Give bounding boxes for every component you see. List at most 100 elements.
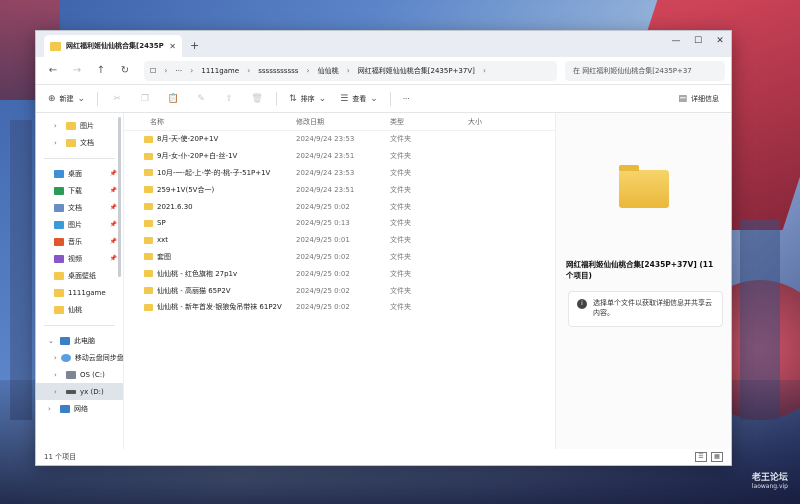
rename-icon[interactable]: ✎ [190,94,212,104]
pin-icon[interactable]: 📌 [110,204,117,211]
sidebar-item-label: 文档 [80,138,94,147]
pin-icon[interactable]: 📌 [110,170,117,177]
table-row[interactable]: 259+1V(5V合一) 2024/9/24 23:51 文件夹 [124,181,555,198]
file-name-cell: 仙仙桃 - 高丽猫 65P2V [124,286,296,296]
table-row[interactable]: xxt 2024/9/25 0:01 文件夹 [124,232,555,249]
breadcrumb-item[interactable]: 网红福利姬仙仙桃合集[2435P+37V] [358,66,475,76]
file-name: 2021.6.30 [157,202,193,211]
chevron-right-icon: › [482,66,487,75]
table-row[interactable]: SP 2024/9/25 0:13 文件夹 [124,215,555,232]
sort-button[interactable]: ⇅ 排序 ⌄ [285,94,330,104]
breadcrumb-more[interactable]: ··· [175,67,182,75]
file-type: 文件夹 [390,168,411,177]
divider [44,318,115,326]
sidebar-item-drive-c[interactable]: › OS (C:) [36,366,123,383]
file-name: xxt [157,236,169,245]
back-button[interactable]: ← [42,65,64,76]
view-button[interactable]: ☰ 查看 ⌄ [336,94,382,104]
tiles-view-icon[interactable]: ▦ [711,452,723,462]
sidebar-item-drive-d[interactable]: › yx (D:) [36,383,123,400]
close-window-button[interactable]: ✕ [709,31,731,51]
divider [44,151,115,159]
pin-icon[interactable]: 📌 [110,187,117,194]
paste-icon[interactable]: 📋 [162,94,184,104]
file-type: 文件夹 [390,202,411,211]
music-icon [54,237,64,246]
sidebar-item-pictures[interactable]: › 图片 [36,117,123,134]
details-pane-button[interactable]: ▤ 详细信息 [674,94,723,104]
search-input[interactable]: 在 网红福利姬仙仙桃合集[2435P+37 [565,60,725,81]
file-name: 仙仙桃 - 新年首发·银狼兔吊带袜 61P2V [157,303,282,312]
column-header-name[interactable]: 名称 [124,117,296,127]
sidebar-item-network[interactable]: › 网络 [36,400,123,417]
file-name-cell: 9月-女-仆-20P+白-丝-1V [124,151,296,161]
delete-icon[interactable]: 🗑 [246,94,268,104]
share-icon[interactable]: ⇪ [218,94,240,104]
breadcrumb-item[interactable]: sssssssssss [258,67,298,75]
column-header-type[interactable]: 类型 [390,117,468,127]
divider [97,91,99,106]
sidebar-item-desktop[interactable]: 桌面 📌 [36,165,123,182]
pin-icon[interactable]: 📌 [110,221,117,228]
table-row[interactable]: 8月-天-使-20P+1V 2024/9/24 23:53 文件夹 [124,131,555,148]
sidebar-item-this-pc[interactable]: ⌄ 此电脑 [36,332,123,349]
chevron-right-icon: › [48,404,51,413]
file-type: 文件夹 [390,269,411,278]
table-row[interactable]: 10月-一-起-上-学-的-桃-子-51P+1V 2024/9/24 23:53 文… [124,165,555,182]
sidebar-item-downloads[interactable]: 下载 📌 [36,182,123,199]
sidebar-item-1111game[interactable]: 1111game [36,284,123,301]
close-tab-icon[interactable]: ✕ [169,42,176,51]
folder-icon [144,169,153,177]
folder-icon [144,152,153,160]
sidebar-item-music[interactable]: 音乐 📌 [36,233,123,250]
folder-icon [144,303,153,311]
table-row[interactable]: 9月-女-仆-20P+白-丝-1V 2024/9/24 23:51 文件夹 [124,148,555,165]
pin-icon[interactable]: 📌 [110,255,117,262]
more-options-button[interactable]: ··· [399,95,414,103]
breadcrumb-item[interactable]: 1111game [201,67,239,75]
sidebar-item-documents-pinned[interactable]: 文档 📌 [36,199,123,216]
sidebar-item-videos[interactable]: 视频 📌 [36,250,123,267]
sidebar-item-wallpapers[interactable]: 桌面壁纸 [36,267,123,284]
folder-icon [144,219,153,227]
sort-button-label: 排序 [300,94,315,103]
monitor-icon[interactable]: ☐ [150,67,156,75]
forward-button[interactable]: → [66,65,88,76]
cut-icon[interactable]: ✂ [106,94,128,104]
chevron-right-icon: › [247,66,251,75]
breadcrumb[interactable]: ☐ › ··· › 1111game › sssssssssss › 仙仙桃 ›… [144,60,557,81]
folder-icon [66,138,76,147]
file-type: 文件夹 [390,219,411,228]
main-content: › 图片 › 文档 桌面 📌 下载 📌 文档 📌 图片 📌 音乐 📌 视频 📌 … [36,113,731,449]
refresh-button[interactable]: ↻ [114,65,136,76]
table-row[interactable]: 仙仙桃 - 红色旗袍 27p1v 2024/9/25 0:02 文件夹 [124,265,555,282]
sidebar-item-documents[interactable]: › 文档 [36,134,123,151]
sidebar-scrollbar[interactable] [118,117,121,277]
column-header-size[interactable]: 大小 [468,117,528,127]
sidebar-item-pictures-pinned[interactable]: 图片 📌 [36,216,123,233]
sidebar-item-xiantao[interactable]: 仙桃 [36,301,123,318]
minimize-button[interactable]: — [665,31,687,51]
breadcrumb-item[interactable]: 仙仙桃 [318,66,339,76]
drive-icon [66,389,76,394]
details-view-icon[interactable]: ☰ [695,452,707,462]
chevron-right-icon: › [54,353,57,362]
watermark-url: laowang.vip [751,483,788,490]
tab-title: 网红福利姬仙仙桃合集[2435P+3 [66,42,165,50]
table-row[interactable]: 套图 2024/9/25 0:02 文件夹 [124,249,555,266]
copy-icon[interactable]: ❐ [134,94,156,104]
file-name: SP [157,219,166,228]
table-row[interactable]: 2021.6.30 2024/9/25 0:02 文件夹 [124,198,555,215]
new-button[interactable]: ⊕ 新建 ⌄ [44,94,89,104]
sidebar-item-cloud-sync[interactable]: › 移动云盘同步盘 [36,349,123,366]
tab-current-folder[interactable]: 网红福利姬仙仙桃合集[2435P+3 ✕ [44,35,182,57]
up-button[interactable]: ↑ [90,65,112,76]
file-name-cell: 2021.6.30 [124,203,296,211]
pin-icon[interactable]: 📌 [110,238,117,245]
column-header-date[interactable]: 修改日期 [296,117,390,127]
folder-icon [144,270,153,278]
maximize-button[interactable]: ☐ [687,31,709,51]
table-row[interactable]: 仙仙桃 - 新年首发·银狼兔吊带袜 61P2V 2024/9/25 0:02 文件夹 [124,299,555,316]
new-tab-button[interactable]: + [190,39,199,52]
table-row[interactable]: 仙仙桃 - 高丽猫 65P2V 2024/9/25 0:02 文件夹 [124,282,555,299]
